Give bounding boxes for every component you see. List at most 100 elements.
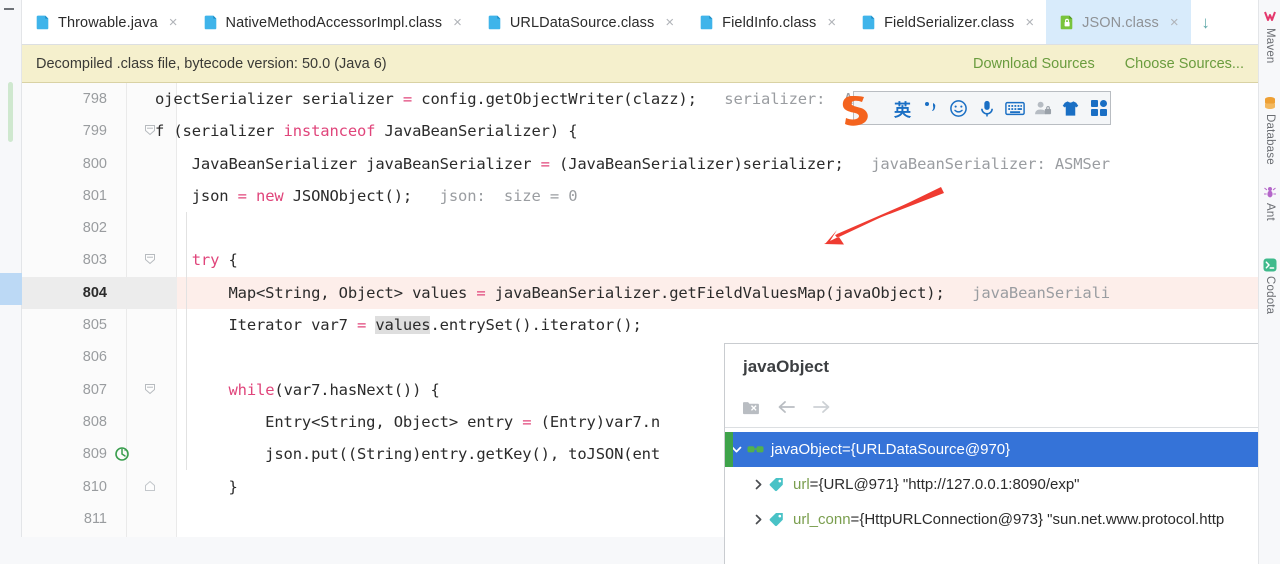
line-number: 809: [82, 446, 107, 463]
punctuation-toggle-button[interactable]: [918, 95, 943, 121]
tool-window-button-ant[interactable]: Ant: [1259, 185, 1280, 221]
variable-equals: =: [841, 441, 851, 458]
code-text: }: [155, 477, 238, 496]
editor-tab-json-class[interactable]: JSON.class ×: [1046, 0, 1191, 44]
line-number: 807: [82, 381, 107, 398]
code-line[interactable]: 803 try {: [22, 244, 1258, 276]
code-text: JavaBeanSerializer javaBeanSerializer = …: [155, 154, 1110, 173]
database-icon: [1263, 96, 1277, 110]
editor-tab-fieldinfo-class[interactable]: FieldInfo.class ×: [686, 0, 848, 44]
editor-tab-bar: Throwable.java × NativeMethodAccessorImpl.…: [22, 0, 1280, 45]
user-account-button[interactable]: [1030, 95, 1055, 121]
variable-equals: =: [809, 476, 819, 493]
changed-lines-marker[interactable]: [8, 82, 13, 142]
code-fold-toggle-icon[interactable]: [144, 115, 158, 147]
line-number: 801: [82, 187, 107, 204]
editor-tab-throwable-java[interactable]: Throwable.java ×: [22, 0, 190, 44]
editor-tab-label: FieldInfo.class: [722, 14, 817, 31]
editor-tab-fieldserializer-class[interactable]: FieldSerializer.class ×: [848, 0, 1046, 44]
forward-arrow-icon[interactable]: [811, 396, 833, 418]
codota-icon: [1263, 258, 1277, 272]
class-file-icon: [203, 14, 219, 31]
debugger-toolbar: [739, 394, 833, 420]
code-line[interactable]: 800 JavaBeanSerializer javaBeanSerialize…: [22, 148, 1258, 180]
language-mode-button[interactable]: 英: [890, 95, 915, 121]
code-fold-toggle-icon[interactable]: [144, 374, 158, 406]
tool-window-label: Maven: [1264, 28, 1276, 64]
code-fold-toggle-icon[interactable]: [144, 244, 158, 276]
code-line[interactable]: 801 json = new JSONObject(); json: size …: [22, 180, 1258, 212]
editor-tab-label: Throwable.java: [58, 14, 158, 31]
tool-window-button-codota[interactable]: Codota: [1259, 258, 1280, 314]
code-text: Map<String, Object> values = javaBeanSer…: [155, 283, 1110, 302]
ide-window: Throwable.java × NativeMethodAccessorImpl.…: [0, 0, 1280, 564]
ant-icon: [1263, 185, 1277, 199]
editor-tab-close-icon[interactable]: ×: [665, 15, 674, 30]
variables-tree[interactable]: javaObject = {URLDataSource@970} url = {U…: [725, 432, 1280, 537]
sogou-s-logo[interactable]: [838, 87, 882, 131]
editor-tab-label: NativeMethodAccessorImpl.class: [225, 14, 443, 31]
debugger-panel-title: javaObject: [743, 357, 829, 376]
java-file-icon: [35, 14, 51, 31]
tool-window-label: Codota: [1264, 276, 1276, 315]
variable-tree-row[interactable]: javaObject = {URLDataSource@970}: [725, 432, 1280, 467]
tool-window-button-maven[interactable]: Maven: [1259, 10, 1280, 64]
soft-keyboard-button[interactable]: [1002, 95, 1027, 121]
tool-window-button-database[interactable]: Database: [1259, 96, 1280, 165]
variable-equals: =: [850, 511, 860, 528]
field-tag-icon: [769, 512, 787, 527]
editor-tab-close-icon[interactable]: ×: [827, 15, 836, 30]
line-number: 810: [82, 478, 107, 495]
editor-tab-close-icon[interactable]: ×: [1170, 15, 1179, 30]
tool-window-label: Database: [1264, 114, 1276, 165]
code-line-current[interactable]: 804 Map<String, Object> values = javaBea…: [22, 276, 1258, 310]
class-file-icon: [487, 14, 503, 31]
recursive-method-icon[interactable]: [114, 438, 132, 470]
variable-name: javaObject: [771, 441, 842, 458]
code-fold-toggle-icon[interactable]: [144, 471, 158, 503]
back-arrow-icon[interactable]: [775, 396, 797, 418]
banner-message: Decompiled .class file, bytecode version…: [36, 55, 387, 72]
editor-tab-close-icon[interactable]: ×: [1025, 15, 1034, 30]
chevron-right-icon[interactable]: [747, 478, 769, 491]
code-text: json.put((String)entry.getKey(), toJSON(…: [155, 445, 660, 464]
code-line[interactable]: 802: [22, 212, 1258, 244]
variable-tree-row[interactable]: url_conn = {HttpURLConnection@973} "sun.…: [725, 502, 1280, 537]
skin-button[interactable]: [1058, 95, 1083, 121]
editor-tab-urldatasource-class[interactable]: URLDataSource.class ×: [474, 0, 686, 44]
current-line-gutter-marker: [0, 273, 22, 305]
download-sources-link[interactable]: Download Sources: [973, 56, 1095, 72]
code-text: json = new JSONObject(); json: size = 0: [155, 186, 578, 205]
variable-name: url: [793, 476, 810, 493]
code-text: while(var7.hasNext()) {: [228, 380, 440, 399]
editor-tab-close-icon[interactable]: ×: [453, 15, 462, 30]
line-number: 799: [82, 123, 107, 140]
line-number: 811: [83, 510, 107, 527]
code-line[interactable]: 805 Iterator var7 = values.entrySet().it…: [22, 309, 1258, 341]
ime-button-group: 英: [890, 95, 1111, 121]
add-to-watches-icon[interactable]: [739, 396, 761, 418]
variable-value: {HttpURLConnection@973} "sun.net.www.pro…: [859, 511, 1225, 528]
editor-tab-close-icon[interactable]: ×: [169, 15, 178, 30]
class-file-icon: [699, 14, 715, 31]
variable-value: {URLDataSource@970}: [850, 441, 1011, 458]
variable-tree-row[interactable]: url = {URL@971} "http://127.0.0.1:8090/e…: [725, 467, 1280, 502]
emoji-button[interactable]: [946, 95, 971, 121]
collapse-dash-icon[interactable]: [4, 8, 14, 10]
chevron-down-icon[interactable]: [725, 443, 747, 456]
code-text: Entry<String, Object> entry = (Entry)var…: [155, 412, 661, 431]
choose-sources-link[interactable]: Choose Sources...: [1125, 56, 1244, 72]
voice-input-button[interactable]: [974, 95, 999, 121]
decompiled-notification-banner: Decompiled .class file, bytecode version…: [22, 45, 1258, 83]
show-more-tabs-icon[interactable]: ↓: [1191, 0, 1221, 44]
variable-name: url_conn: [793, 511, 851, 528]
maven-icon: [1263, 10, 1277, 24]
sogou-ime-toolbar[interactable]: 英: [842, 91, 1111, 126]
code-text: Iterator var7 = values.entrySet().iterat…: [155, 316, 642, 335]
chevron-right-icon[interactable]: [747, 513, 769, 526]
editor-tab-nativemethodaccessorimpl-class[interactable]: NativeMethodAccessorImpl.class ×: [190, 0, 474, 44]
line-number: 803: [82, 252, 107, 269]
toolbox-button[interactable]: [1086, 95, 1111, 121]
code-text: try {: [191, 251, 238, 270]
tool-window-label: Ant: [1264, 203, 1276, 221]
